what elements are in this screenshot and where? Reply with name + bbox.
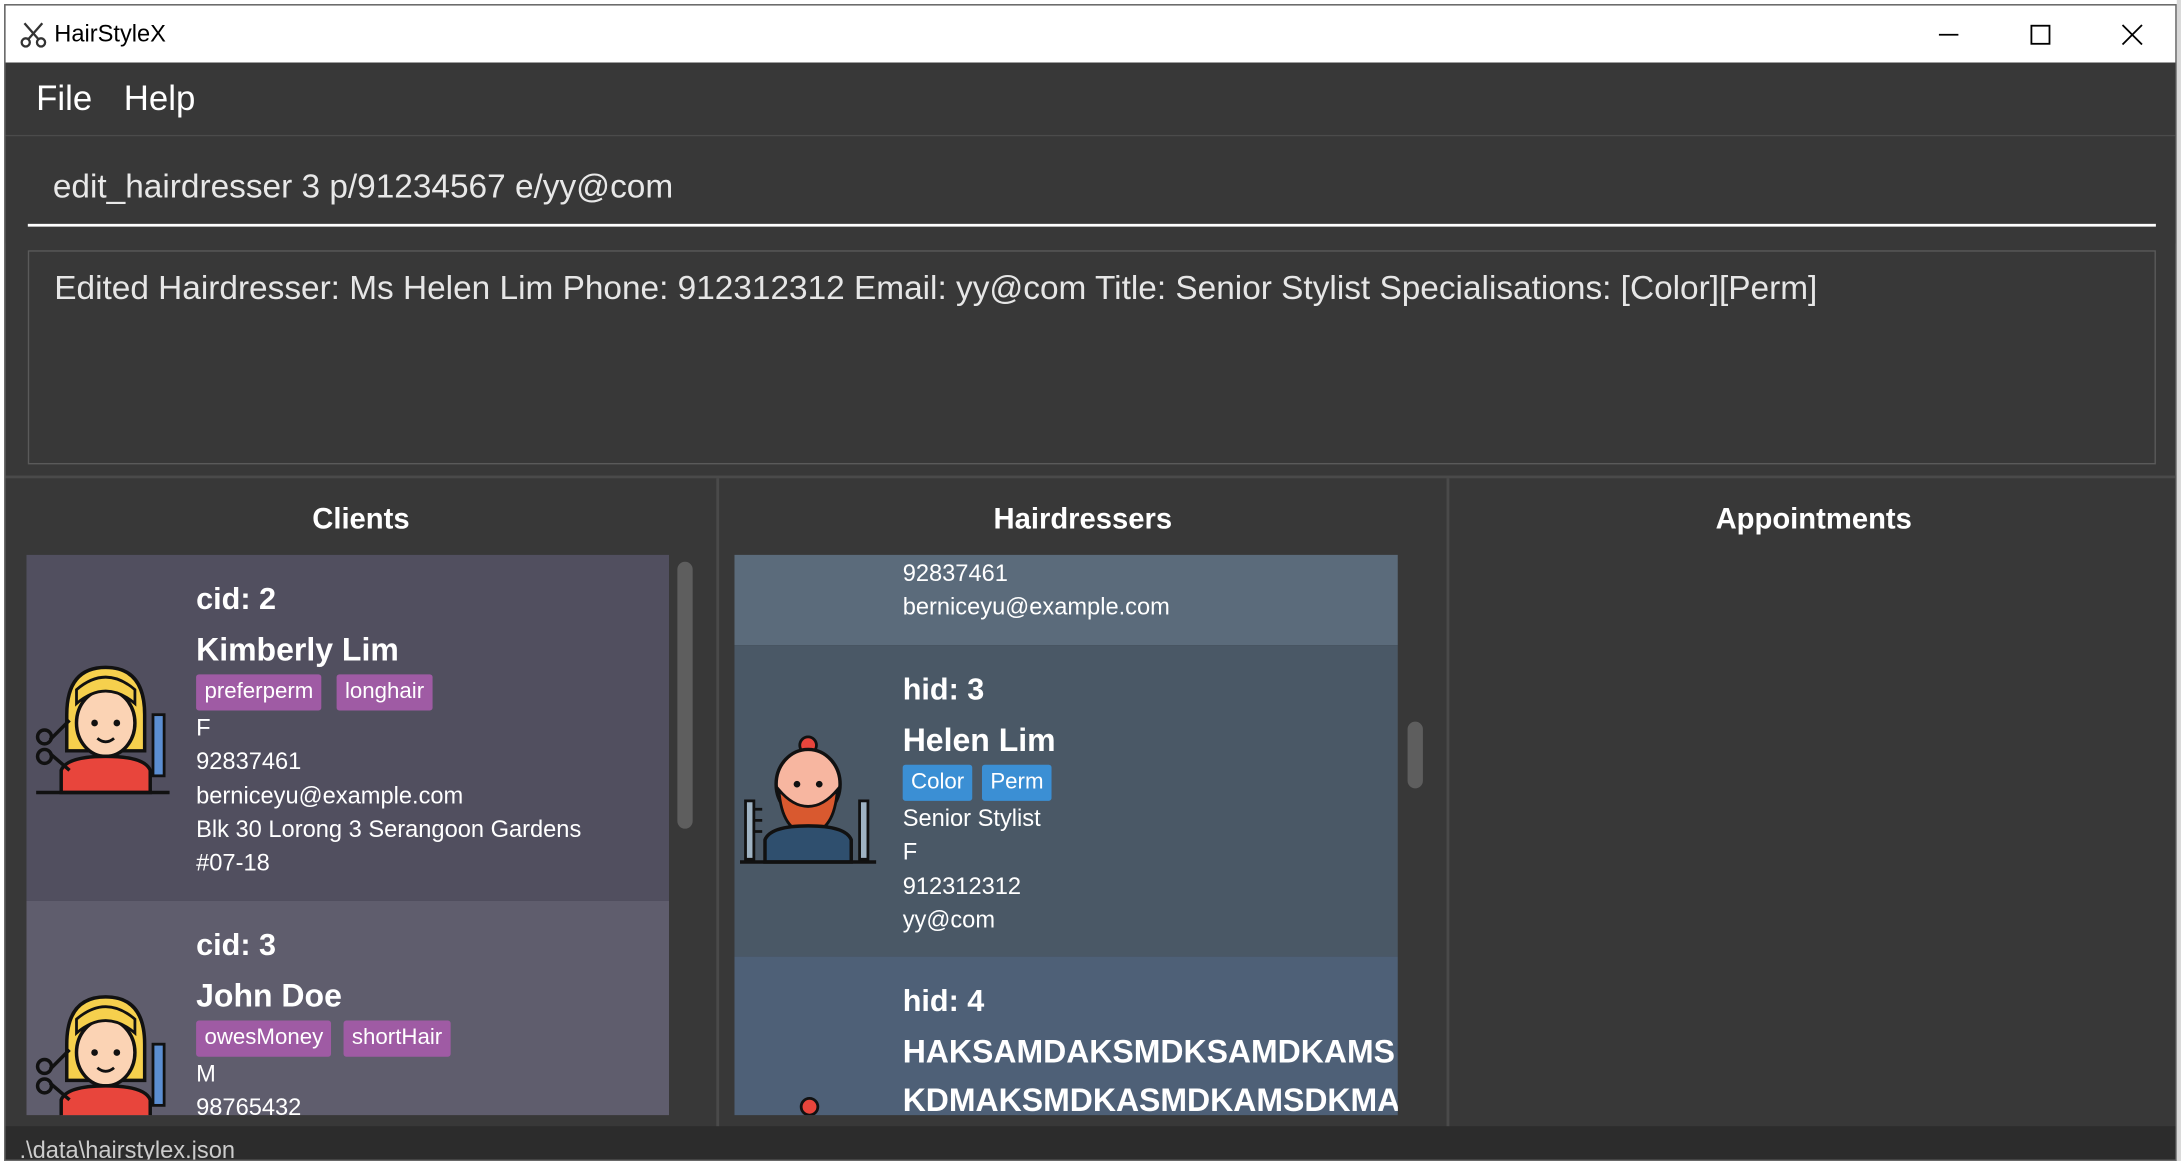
app-window: HairStyleX File Help edit_hairdresser 3 …: [4, 4, 2177, 1161]
result-display: Edited Hairdresser: Ms Helen Lim Phone: …: [27, 250, 2156, 465]
title-bar: HairStyleX: [5, 5, 2176, 63]
client-gender: F: [196, 714, 211, 742]
specialisation-tag: Perm: [981, 764, 1052, 801]
hairdresser-name-continued: KDMAKSMDKASMDKAMSDKMA: [902, 1081, 1398, 1116]
hairdresser-card[interactable]: hid: 4 HAKSAMDAKSMDKSAMDKAMS KDMAKSMDKAS…: [734, 956, 1398, 1116]
window-title: HairStyleX: [54, 20, 166, 48]
client-tag: preferperm: [196, 674, 322, 711]
hairdresser-phone: 912312312: [902, 873, 1022, 900]
menu-file[interactable]: File: [36, 79, 92, 119]
hairdresser-gender: F: [902, 838, 918, 865]
appointments-list[interactable]: [1466, 555, 2161, 1115]
hairdresser-id: hid: 4: [902, 983, 985, 1018]
clients-scroll-thumb[interactable]: [677, 561, 693, 829]
command-input[interactable]: edit_hairdresser 3 p/91234567 e/yy@com: [27, 152, 2156, 227]
scissors-icon: [20, 22, 47, 48]
client-id: cid: 3: [196, 927, 277, 963]
hairdressers-list[interactable]: 92837461 berniceyu@example.com hid: 3 He…: [734, 554, 1398, 1116]
panel-divider: [716, 478, 720, 1132]
stylist-female-avatar-icon: [35, 995, 166, 1116]
client-tag: longhair: [336, 674, 433, 711]
hairdresser-card[interactable]: hid: 3 Helen Lim Color Perm Senior Styli…: [734, 645, 1398, 957]
client-name: John Doe: [196, 977, 342, 1014]
hairdresser-title: Senior Stylist: [902, 805, 1041, 832]
client-id: cid: 2: [196, 581, 277, 616]
menu-help[interactable]: Help: [124, 79, 196, 119]
close-icon: [2121, 23, 2143, 45]
minimize-icon: [1938, 33, 1959, 35]
client-phone: 98765432: [196, 1094, 302, 1116]
close-button[interactable]: [2086, 6, 2175, 63]
maximize-icon: [2030, 24, 2051, 45]
client-phone: 92837461: [196, 748, 302, 775]
maximize-button[interactable]: [1995, 6, 2087, 63]
client-card[interactable]: cid: 3 John Doe owesMoney shortHair M 98…: [26, 900, 670, 1116]
appointments-panel-title: Appointments: [1715, 503, 1912, 536]
client-tag: shortHair: [343, 1020, 451, 1057]
hairdressers-scrollbar[interactable]: [1403, 562, 1425, 1115]
status-bar: .\data\hairstylex.json: [5, 1126, 2176, 1160]
hairdresser-card[interactable]: 92837461 berniceyu@example.com: [734, 554, 1398, 646]
clients-scrollbar[interactable]: [673, 561, 695, 1115]
hairdresser-email: yy@com: [902, 906, 996, 933]
client-card[interactable]: cid: 2 Kimberly Lim preferperm longhair …: [26, 554, 670, 901]
list-panels: Clients cid: 2 Kimberly Lim preferperm l…: [5, 475, 2176, 1132]
barber-male-avatar-icon: [739, 735, 877, 864]
hairdressers-scroll-thumb[interactable]: [1407, 721, 1423, 789]
client-name: Kimberly Lim: [196, 631, 399, 668]
specialisation-tag: Color: [902, 764, 973, 801]
client-tag: owesMoney: [196, 1020, 332, 1057]
hairdresser-name: Helen Lim: [902, 721, 1056, 758]
menu-bar: File Help: [5, 62, 2176, 135]
client-address-unit: #07-18: [196, 849, 270, 876]
hairdresser-id: hid: 3: [902, 671, 985, 707]
hairdresser-name: HAKSAMDAKSMDKSAMDKAMS: [902, 1033, 1395, 1070]
clients-panel-title: Clients: [312, 503, 410, 536]
clients-list[interactable]: cid: 2 Kimberly Lim preferperm longhair …: [26, 554, 670, 1116]
stylist-female-avatar-icon: [35, 665, 170, 795]
panel-divider: [1446, 478, 1450, 1132]
hairdresser-email: berniceyu@example.com: [902, 593, 1170, 621]
minimize-button[interactable]: [1903, 6, 1995, 63]
hairdresser-phone: 92837461: [902, 560, 1008, 587]
hairdressers-panel-title: Hairdressers: [993, 503, 1173, 536]
window-edge: [2176, 0, 2181, 1161]
barber-male-avatar-icon: [799, 1097, 820, 1116]
client-address: Blk 30 Lorong 3 Serangoon Gardens: [196, 816, 582, 843]
client-gender: M: [196, 1060, 216, 1088]
command-area: edit_hairdresser 3 p/91234567 e/yy@com: [5, 134, 2176, 244]
client-email: berniceyu@example.com: [196, 782, 464, 810]
